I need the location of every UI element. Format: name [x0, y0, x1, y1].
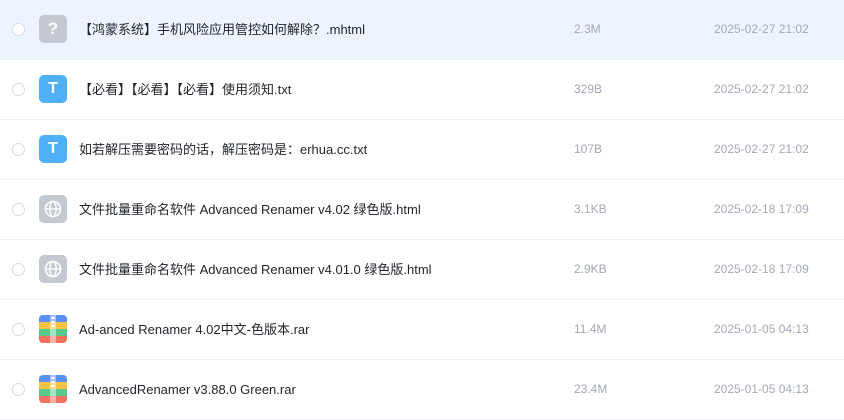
file-name[interactable]: Ad-anced Renamer 4.02中文-色版本.rar	[79, 300, 309, 359]
file-name[interactable]: 【必看】【必看】【必看】使用须知.txt	[79, 60, 291, 119]
file-size: 2.3M	[574, 22, 601, 36]
unknown-file-icon: ?	[39, 15, 67, 43]
file-size: 3.1KB	[574, 202, 607, 216]
file-size: 329B	[574, 82, 603, 96]
file-row[interactable]: T 【必看】【必看】【必看】使用须知.txt 329B 2025-02-27 2…	[0, 60, 844, 120]
file-row[interactable]: Ad-anced Renamer 4.02中文-色版本.rar 11.4M 20…	[0, 300, 844, 360]
file-name[interactable]: 如若解压需要密码的话，解压密码是：erhua.cc.txt	[79, 120, 367, 179]
file-row[interactable]: AdvancedRenamer v3.88.0 Green.rar 23.4M …	[0, 360, 844, 420]
select-radio[interactable]	[12, 263, 25, 276]
file-size: 23.4M	[574, 382, 608, 396]
file-name[interactable]: 文件批量重命名软件 Advanced Renamer v4.01.0 绿色版.h…	[79, 240, 432, 299]
file-date: 2025-02-27 21:02	[714, 22, 809, 36]
file-date: 2025-02-18 17:09	[714, 262, 809, 276]
archive-icon	[39, 315, 67, 343]
file-date: 2025-02-27 21:02	[714, 142, 809, 156]
select-radio[interactable]	[12, 323, 25, 336]
file-size: 107B	[574, 142, 603, 156]
select-radio[interactable]	[12, 383, 25, 396]
globe-icon	[44, 200, 62, 218]
select-radio[interactable]	[12, 23, 25, 36]
text-file-icon: T	[39, 135, 67, 163]
file-row[interactable]: 文件批量重命名软件 Advanced Renamer v4.02 绿色版.htm…	[0, 180, 844, 240]
file-list: ? 【鸿蒙系统】手机风险应用管控如何解除？.mhtml 2.3M 2025-02…	[0, 0, 844, 420]
file-size: 2.9KB	[574, 262, 607, 276]
file-size: 11.4M	[574, 322, 607, 336]
archive-file-icon	[39, 375, 67, 403]
text-file-icon: T	[39, 75, 67, 103]
file-name[interactable]: 【鸿蒙系统】手机风险应用管控如何解除？.mhtml	[79, 0, 365, 59]
web-file-icon	[39, 195, 67, 223]
file-row[interactable]: 文件批量重命名软件 Advanced Renamer v4.01.0 绿色版.h…	[0, 240, 844, 300]
file-date: 2025-02-27 21:02	[714, 82, 809, 96]
file-row[interactable]: ? 【鸿蒙系统】手机风险应用管控如何解除？.mhtml 2.3M 2025-02…	[0, 0, 844, 60]
file-date: 2025-01-05 04:13	[714, 382, 809, 396]
archive-file-icon	[39, 315, 67, 343]
web-file-icon	[39, 255, 67, 283]
file-date: 2025-02-18 17:09	[714, 202, 809, 216]
globe-icon	[44, 260, 62, 278]
file-date: 2025-01-05 04:13	[714, 322, 809, 336]
file-name[interactable]: 文件批量重命名软件 Advanced Renamer v4.02 绿色版.htm…	[79, 180, 421, 239]
file-name[interactable]: AdvancedRenamer v3.88.0 Green.rar	[79, 360, 296, 419]
file-row[interactable]: T 如若解压需要密码的话，解压密码是：erhua.cc.txt 107B 202…	[0, 120, 844, 180]
select-radio[interactable]	[12, 143, 25, 156]
select-radio[interactable]	[12, 83, 25, 96]
select-radio[interactable]	[12, 203, 25, 216]
archive-icon	[39, 375, 67, 403]
